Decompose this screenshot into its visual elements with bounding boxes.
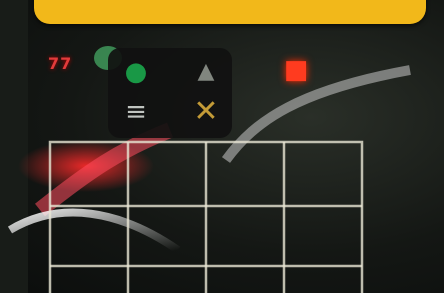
board-grid <box>48 140 364 293</box>
game-scene: 77 ● ▲ ≡ ✕ ■ <box>0 0 444 293</box>
